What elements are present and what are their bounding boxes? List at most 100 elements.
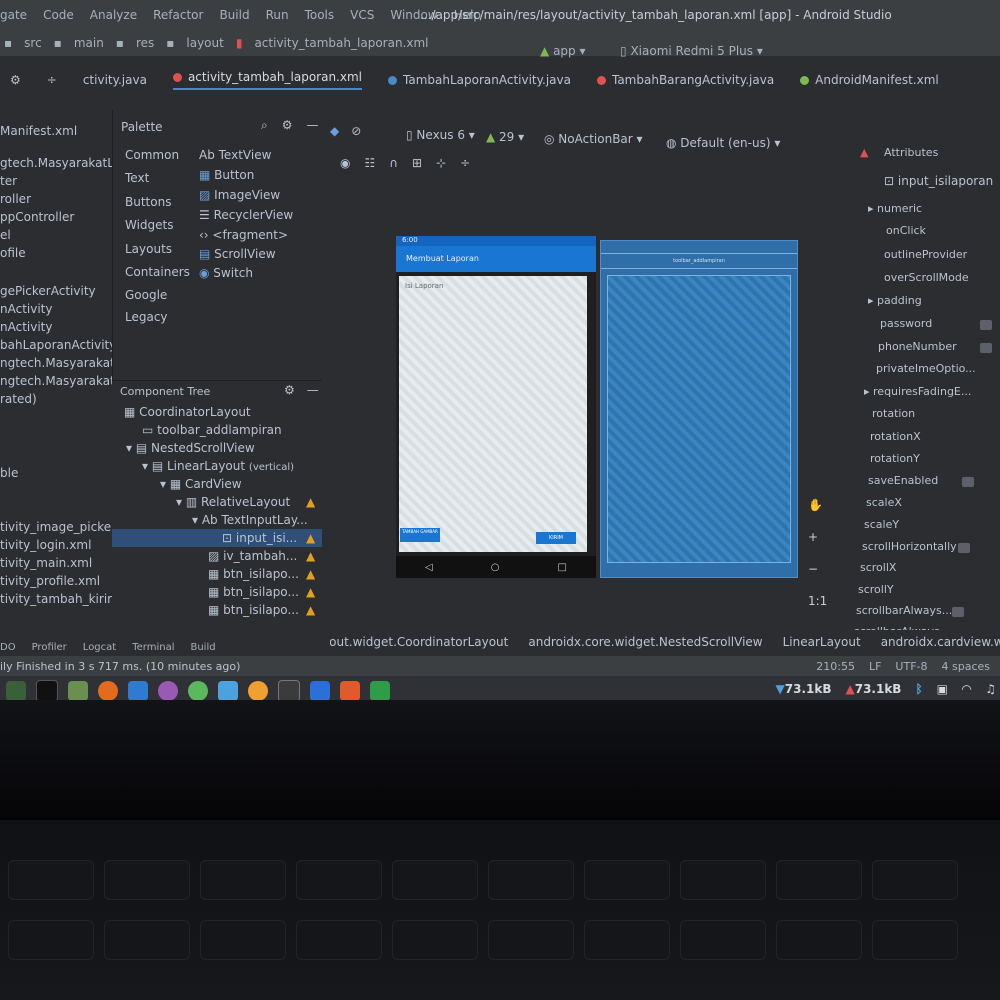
tool-window-logcat[interactable]: Logcat <box>83 642 116 653</box>
gear-icon[interactable]: ⚙ <box>284 383 295 397</box>
attr-scroll-x[interactable]: scrollX <box>860 561 896 574</box>
attr-padding[interactable]: ▸ padding <box>868 294 922 307</box>
tool-window-profiler[interactable]: Profiler <box>32 642 67 653</box>
expand-icon[interactable]: ▾ <box>160 477 170 491</box>
android-studio-icon[interactable] <box>188 681 208 700</box>
project-tree-item[interactable]: ofile <box>0 244 112 262</box>
attr-onclick[interactable]: onClick <box>886 224 926 237</box>
calc-icon[interactable] <box>370 681 390 700</box>
bluetooth-icon[interactable]: ᛒ <box>915 682 922 696</box>
minimize-icon[interactable]: — <box>307 383 319 397</box>
device-preview[interactable]: 6:00 Membuat Laporan Isi Laporan TAMBAH … <box>396 236 596 578</box>
palette-category-google[interactable]: Google <box>125 288 167 302</box>
breadcrumb-src[interactable]: src <box>24 36 42 50</box>
project-tree-item[interactable]: nActivity <box>0 318 112 336</box>
line-separator[interactable]: LF <box>869 660 881 673</box>
media-icon[interactable] <box>158 681 178 700</box>
file-encoding[interactable]: UTF-8 <box>895 660 927 673</box>
project-tree-item[interactable]: tivity_image_picker.xml <box>0 518 112 536</box>
tree-node-relativelayout[interactable]: ▾ ▥ RelativeLayout ▲ <box>176 493 315 511</box>
project-tree-item[interactable]: rated) <box>0 390 112 408</box>
theme-dropdown[interactable]: ◎ NoActionBar ▾ <box>544 132 643 146</box>
tool-window-terminal[interactable]: Terminal <box>132 642 174 653</box>
firefox-icon[interactable] <box>98 681 118 700</box>
tree-node-btn-isilaporan[interactable]: ▦ btn_isilapo... ▲ <box>208 583 315 601</box>
palette-category-widgets[interactable]: Widgets <box>125 218 174 232</box>
attr-numeric[interactable]: ▸ numeric <box>868 202 922 215</box>
palette-category-buttons[interactable]: Buttons <box>125 195 171 209</box>
tree-node-iv-tambah[interactable]: ▨ iv_tambah... ▲ <box>208 547 315 565</box>
caret-position[interactable]: 210:55 <box>816 660 855 673</box>
preview-send-button[interactable]: KIRIM <box>536 532 576 544</box>
tree-node-nestedscrollview[interactable]: ▾ ▤ NestedScrollView <box>126 439 255 457</box>
audio-icon[interactable]: ♫ <box>985 682 996 696</box>
clipboard-icon[interactable]: ▣ <box>937 682 948 696</box>
breadcrumb-main[interactable]: main <box>74 36 104 50</box>
attr-scale-y[interactable]: scaleY <box>864 518 899 531</box>
tab-activity-java[interactable]: ctivity.java <box>83 73 147 87</box>
drive-icon[interactable] <box>128 681 148 700</box>
path-cardview[interactable]: androidx.cardview.widget.CardVie <box>881 635 1000 649</box>
tree-node-input-isilaporan[interactable]: ⊡ input_isi... ▲ <box>112 529 322 547</box>
tree-node-coordinatorlayout[interactable]: ▦ CoordinatorLayout <box>124 403 251 421</box>
split-icon[interactable]: ÷ <box>47 73 57 87</box>
distribute-icon[interactable]: ÷ <box>460 156 470 170</box>
attr-phone-number-flag[interactable] <box>980 343 992 353</box>
project-tree-item[interactable]: tivity_login.xml <box>0 536 112 554</box>
blueprint-preview[interactable]: toolbar_addlampiran <box>600 240 798 578</box>
minimize-icon[interactable]: — <box>307 118 319 133</box>
tool-window-todo[interactable]: DO <box>0 642 16 653</box>
tree-node-cardview[interactable]: ▾ ▦ CardView <box>160 475 242 493</box>
expand-icon[interactable]: ▾ <box>142 459 152 473</box>
attr-rotation-x[interactable]: rotationX <box>870 430 921 443</box>
eye-icon[interactable]: ◉ <box>340 156 350 170</box>
palette-widget-textview[interactable]: Ab TextView <box>199 148 271 162</box>
palette-category-text[interactable]: Text <box>125 171 149 185</box>
breadcrumb-file[interactable]: activity_tambah_laporan.xml <box>254 36 428 50</box>
project-tree-item[interactable]: roller <box>0 190 112 208</box>
indent-setting[interactable]: 4 spaces <box>942 660 991 673</box>
gear-icon[interactable]: ⚙ <box>10 73 21 87</box>
editor-icon[interactable] <box>68 681 88 700</box>
menu-item-vcs[interactable]: VCS <box>350 8 374 22</box>
palette-category-common[interactable]: Common <box>125 148 179 162</box>
project-tree-item[interactable]: ppController <box>0 208 112 226</box>
menu-item-tools[interactable]: Tools <box>305 8 335 22</box>
locale-dropdown[interactable]: ◍ Default (en-us) ▾ <box>666 136 780 150</box>
expand-icon[interactable]: ▾ <box>192 513 202 527</box>
project-tree-item[interactable]: nActivity <box>0 300 112 318</box>
attr-outline-provider[interactable]: outlineProvider <box>884 248 967 261</box>
grid-icon[interactable]: ☷ <box>364 156 375 170</box>
tree-node-btn-isilaporan[interactable]: ▦ btn_isilapo... ▲ <box>208 601 315 619</box>
menu-item-run[interactable]: Run <box>266 8 289 22</box>
blueprint-mode-icon[interactable]: ⊘ <box>351 124 361 138</box>
expand-icon[interactable]: ▾ <box>126 441 136 455</box>
palette-widget-recyclerview[interactable]: ☰ RecyclerView <box>199 208 293 222</box>
path-nestedscrollview[interactable]: androidx.core.widget.NestedScrollView <box>528 635 762 649</box>
tab-activity-tambah-laporan-xml[interactable]: activity_tambah_laporan.xml <box>172 70 362 90</box>
palette-widget-switch[interactable]: ◉ Switch <box>199 266 253 280</box>
tab-tambah-barang-activity-java[interactable]: TambahBarangActivity.java <box>596 73 774 87</box>
vscode-icon[interactable] <box>278 680 300 700</box>
project-tree-item[interactable]: ble <box>0 464 112 482</box>
tab-android-manifest[interactable]: AndroidManifest.xml <box>800 73 939 87</box>
attr-rotation-y[interactable]: rotationY <box>870 452 920 465</box>
palette-widget-imageview[interactable]: ▨ ImageView <box>199 188 280 202</box>
palette-widget-button[interactable]: ▦ Button <box>199 168 254 182</box>
palette-category-legacy[interactable]: Legacy <box>125 310 168 324</box>
settings-icon[interactable] <box>218 681 238 700</box>
project-tree-item[interactable]: gtech.MasyarakatL <box>0 154 112 172</box>
tree-node-linearlayout[interactable]: ▾ ▤ LinearLayout (vertical) <box>142 457 294 475</box>
project-tree-item[interactable]: gePickerActivity <box>0 282 112 300</box>
palette-category-layouts[interactable]: Layouts <box>125 242 172 256</box>
attr-private-ime[interactable]: privateImeOptio... <box>876 362 976 375</box>
design-canvas[interactable]: 6:00 Membuat Laporan Isi Laporan TAMBAH … <box>330 180 840 620</box>
project-tree-item[interactable]: ngtech.MasyarakatLa <box>0 372 112 390</box>
files-icon[interactable] <box>6 681 26 700</box>
terminal-icon[interactable] <box>36 680 58 700</box>
palette-category-containers[interactable]: Containers <box>125 265 190 279</box>
writer-icon[interactable] <box>310 681 330 700</box>
design-mode-icon[interactable]: ◆ <box>330 124 339 138</box>
attr-scale-x[interactable]: scaleX <box>866 496 902 509</box>
attr-rotation[interactable]: rotation <box>872 407 915 420</box>
